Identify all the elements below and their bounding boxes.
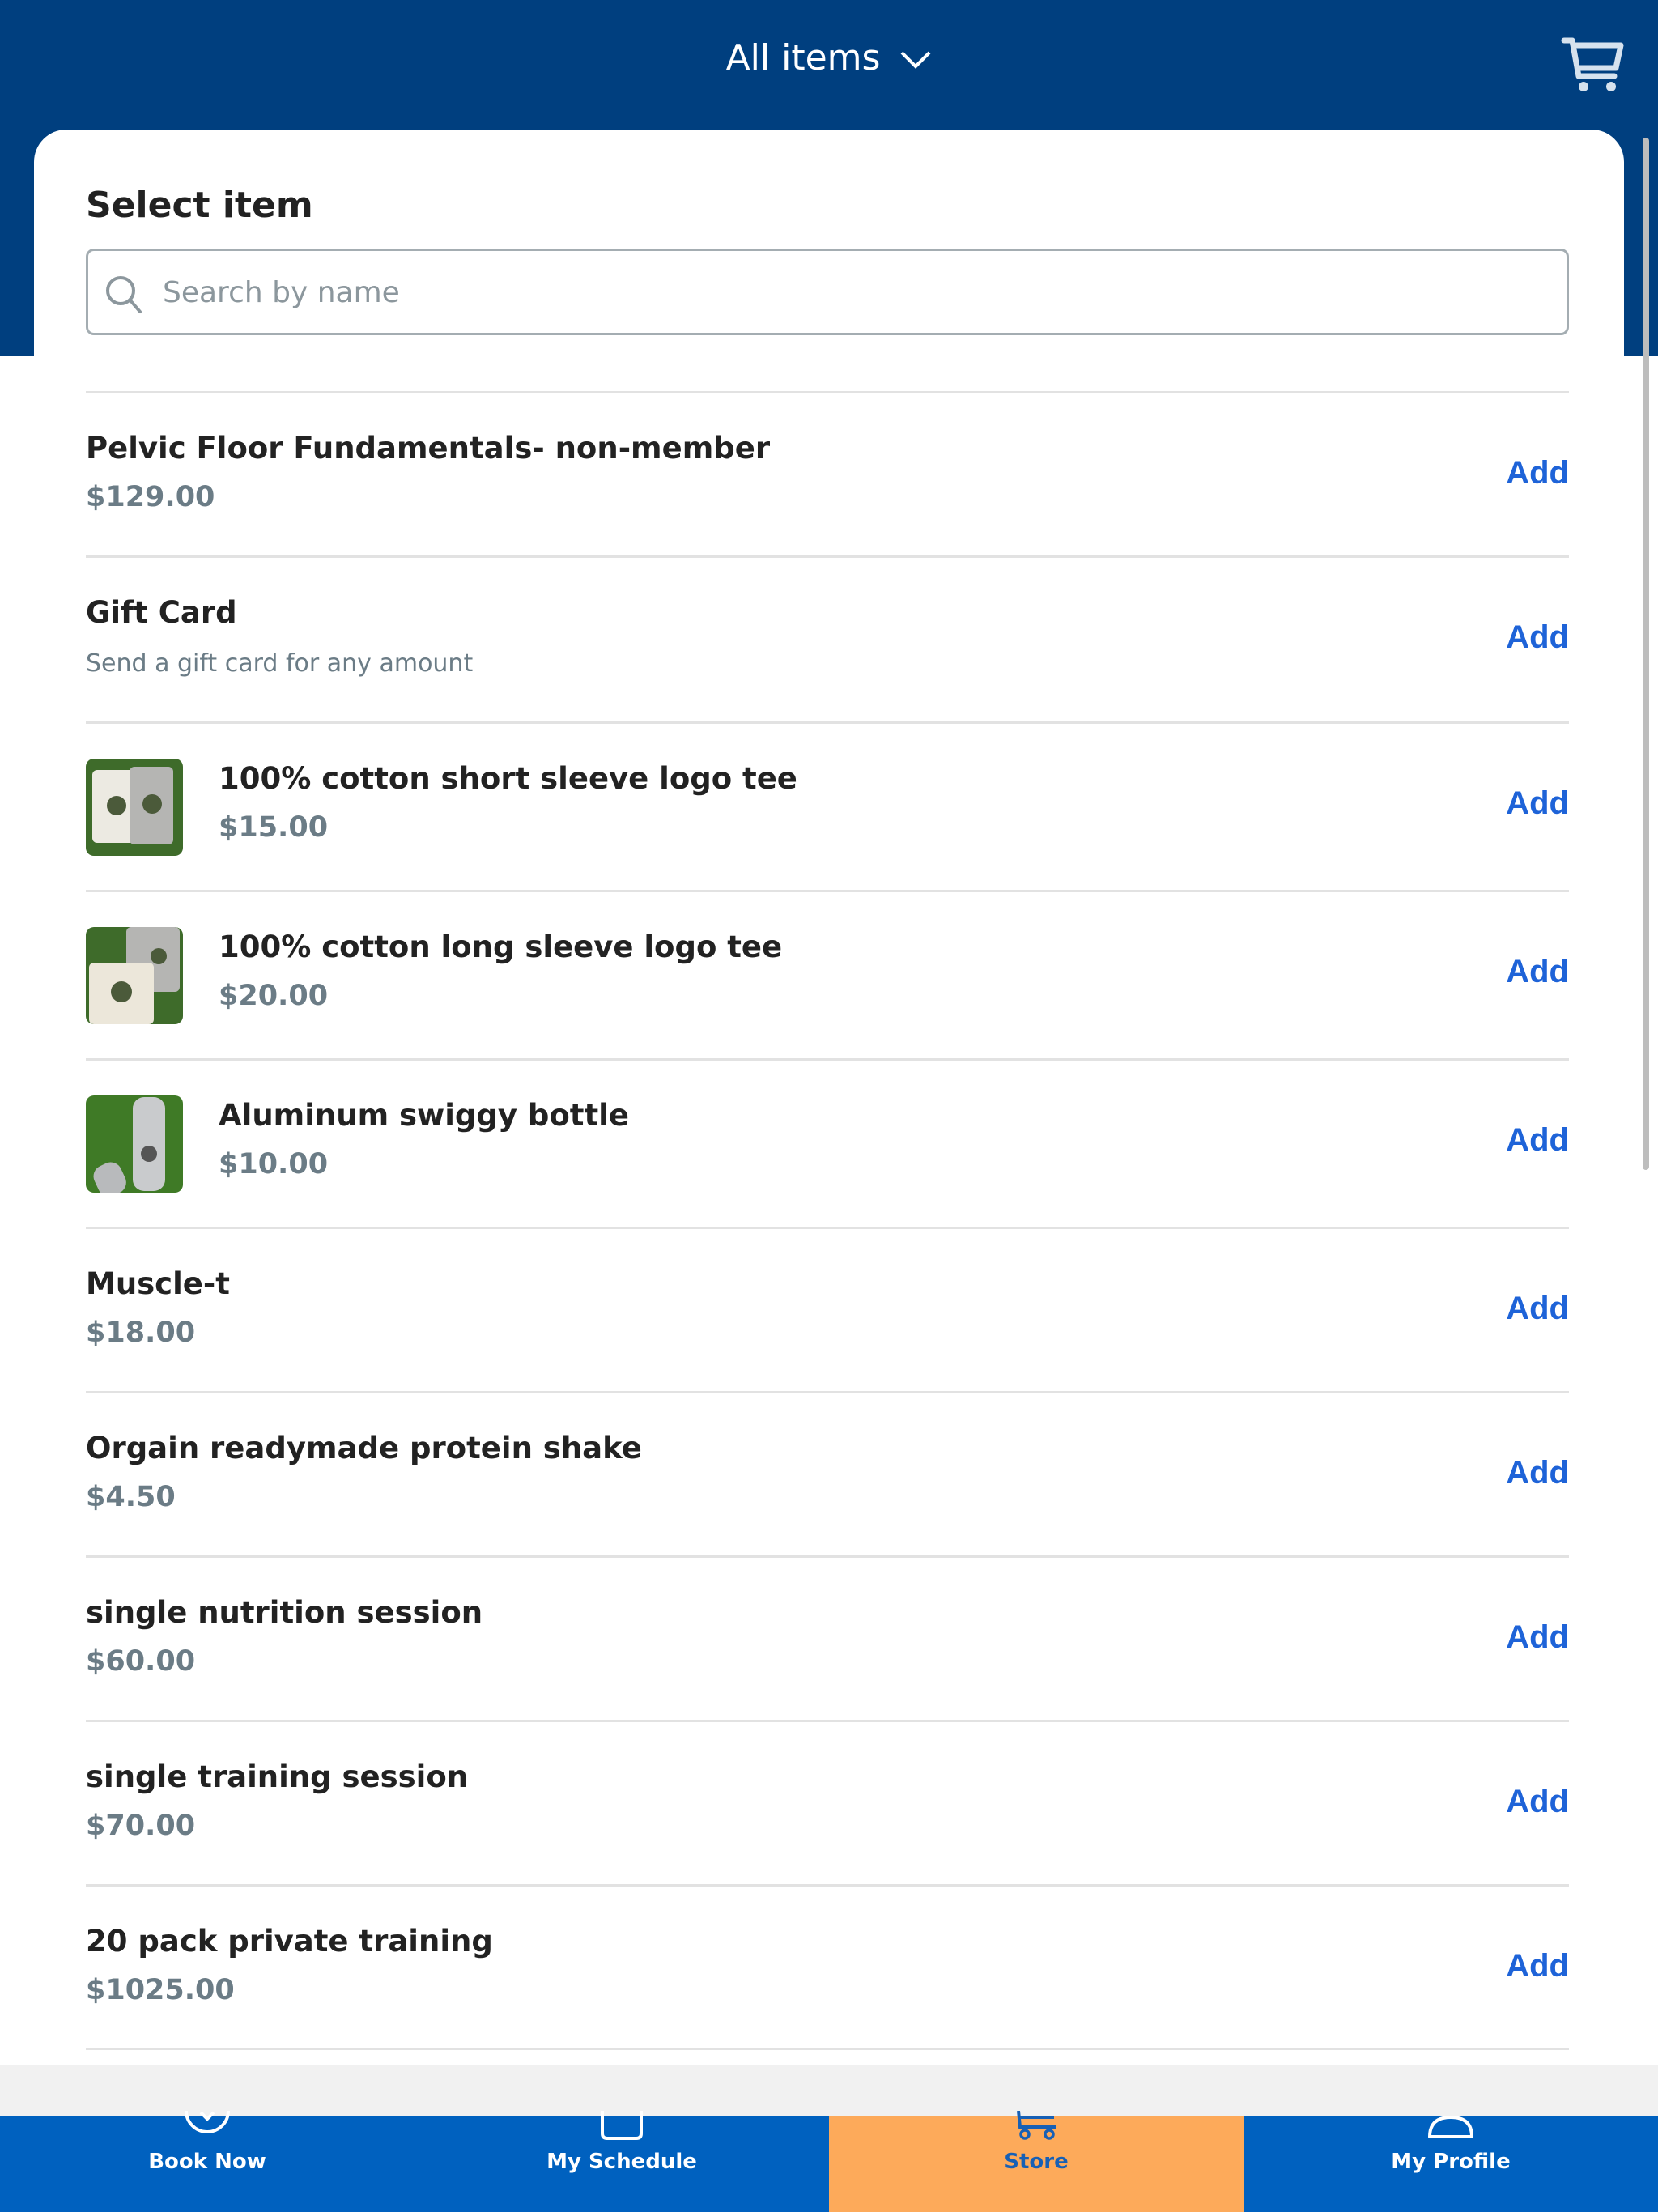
item-name: Gift Card <box>86 595 237 630</box>
item-name: 100% cotton long sleeve logo tee <box>219 929 783 964</box>
list-item: 20 pack private training $1025.00 Add <box>86 1884 1569 2050</box>
list-item: Pelvic Floor Fundamentals- non-member $1… <box>86 391 1569 555</box>
add-button[interactable]: Add <box>1506 1619 1569 1656</box>
tab-book-now[interactable]: Book Now <box>0 2111 414 2212</box>
product-image <box>86 759 183 856</box>
check-circle-icon <box>185 2111 230 2133</box>
tab-store[interactable]: Store <box>829 2111 1244 2212</box>
add-button[interactable]: Add <box>1506 619 1569 656</box>
search-field[interactable] <box>86 249 1569 335</box>
scrollbar[interactable] <box>1643 138 1649 1170</box>
add-button[interactable]: Add <box>1506 455 1569 491</box>
item-price: $129.00 <box>86 481 215 513</box>
profile-icon <box>1428 2116 1473 2138</box>
content-bottom-spacer <box>0 2065 1658 2116</box>
tab-label: My Schedule <box>546 2150 697 2174</box>
item-name: 20 pack private training <box>86 1924 493 1959</box>
chevron-down-icon <box>899 37 932 79</box>
list-item: single nutrition session $60.00 Add <box>86 1555 1569 1720</box>
tab-my-schedule[interactable]: My Schedule <box>414 2111 829 2212</box>
item-price: $1025.00 <box>86 1974 235 2006</box>
item-price: $4.50 <box>86 1481 176 1513</box>
category-title: All items <box>725 37 881 79</box>
item-price: $18.00 <box>86 1317 196 1349</box>
list-item: Aluminum swiggy bottle $10.00 Add <box>86 1058 1569 1227</box>
item-name: Muscle-t <box>86 1266 230 1301</box>
calendar-icon <box>601 2111 643 2140</box>
add-button[interactable]: Add <box>1506 1455 1569 1491</box>
category-dropdown[interactable]: All items <box>0 37 1658 79</box>
item-price: $10.00 <box>219 1148 329 1180</box>
bottom-nav: Book Now My Schedule Store My Profile <box>0 2111 1658 2212</box>
list-item: Orgain readymade protein shake $4.50 Add <box>86 1391 1569 1555</box>
tab-label: Store <box>1004 2150 1069 2174</box>
tab-my-profile[interactable]: My Profile <box>1244 2116 1658 2212</box>
add-button[interactable]: Add <box>1506 785 1569 822</box>
item-price: $60.00 <box>86 1645 196 1678</box>
item-description: Send a gift card for any amount <box>86 649 474 678</box>
select-item-panel: Select item Pelvic Floor Fundamentals- n… <box>34 130 1624 2065</box>
item-name: Pelvic Floor Fundamentals- non-member <box>86 431 771 466</box>
add-button[interactable]: Add <box>1506 1948 1569 1984</box>
item-price: $20.00 <box>219 980 329 1012</box>
item-price: $70.00 <box>86 1810 196 1842</box>
add-button[interactable]: Add <box>1506 1291 1569 1327</box>
search-icon <box>106 276 142 313</box>
product-image <box>86 927 183 1024</box>
list-item: Muscle-t $18.00 Add <box>86 1227 1569 1391</box>
panel-heading: Select item <box>86 185 313 226</box>
item-name: Orgain readymade protein shake <box>86 1431 642 1465</box>
item-list: Pelvic Floor Fundamentals- non-member $1… <box>86 391 1569 2050</box>
add-button[interactable]: Add <box>1506 1122 1569 1159</box>
product-image <box>86 1095 183 1193</box>
tab-label: My Profile <box>1391 2150 1511 2174</box>
shopping-cart-icon[interactable] <box>1561 36 1626 94</box>
list-item: Gift Card Send a gift card for any amoun… <box>86 555 1569 721</box>
add-button[interactable]: Add <box>1506 954 1569 990</box>
item-name: Aluminum swiggy bottle <box>219 1098 629 1133</box>
item-price: $15.00 <box>219 811 329 844</box>
list-item: single training session $70.00 Add <box>86 1720 1569 1884</box>
list-item: 100% cotton short sleeve logo tee $15.00… <box>86 721 1569 890</box>
item-name: 100% cotton short sleeve logo tee <box>219 761 797 796</box>
cart-icon <box>1017 2111 1056 2140</box>
tab-label: Book Now <box>148 2150 266 2174</box>
search-input[interactable] <box>161 251 1541 334</box>
item-name: single nutrition session <box>86 1595 483 1630</box>
add-button[interactable]: Add <box>1506 1784 1569 1820</box>
list-item: 100% cotton long sleeve logo tee $20.00 … <box>86 890 1569 1058</box>
item-name: single training session <box>86 1759 469 1794</box>
